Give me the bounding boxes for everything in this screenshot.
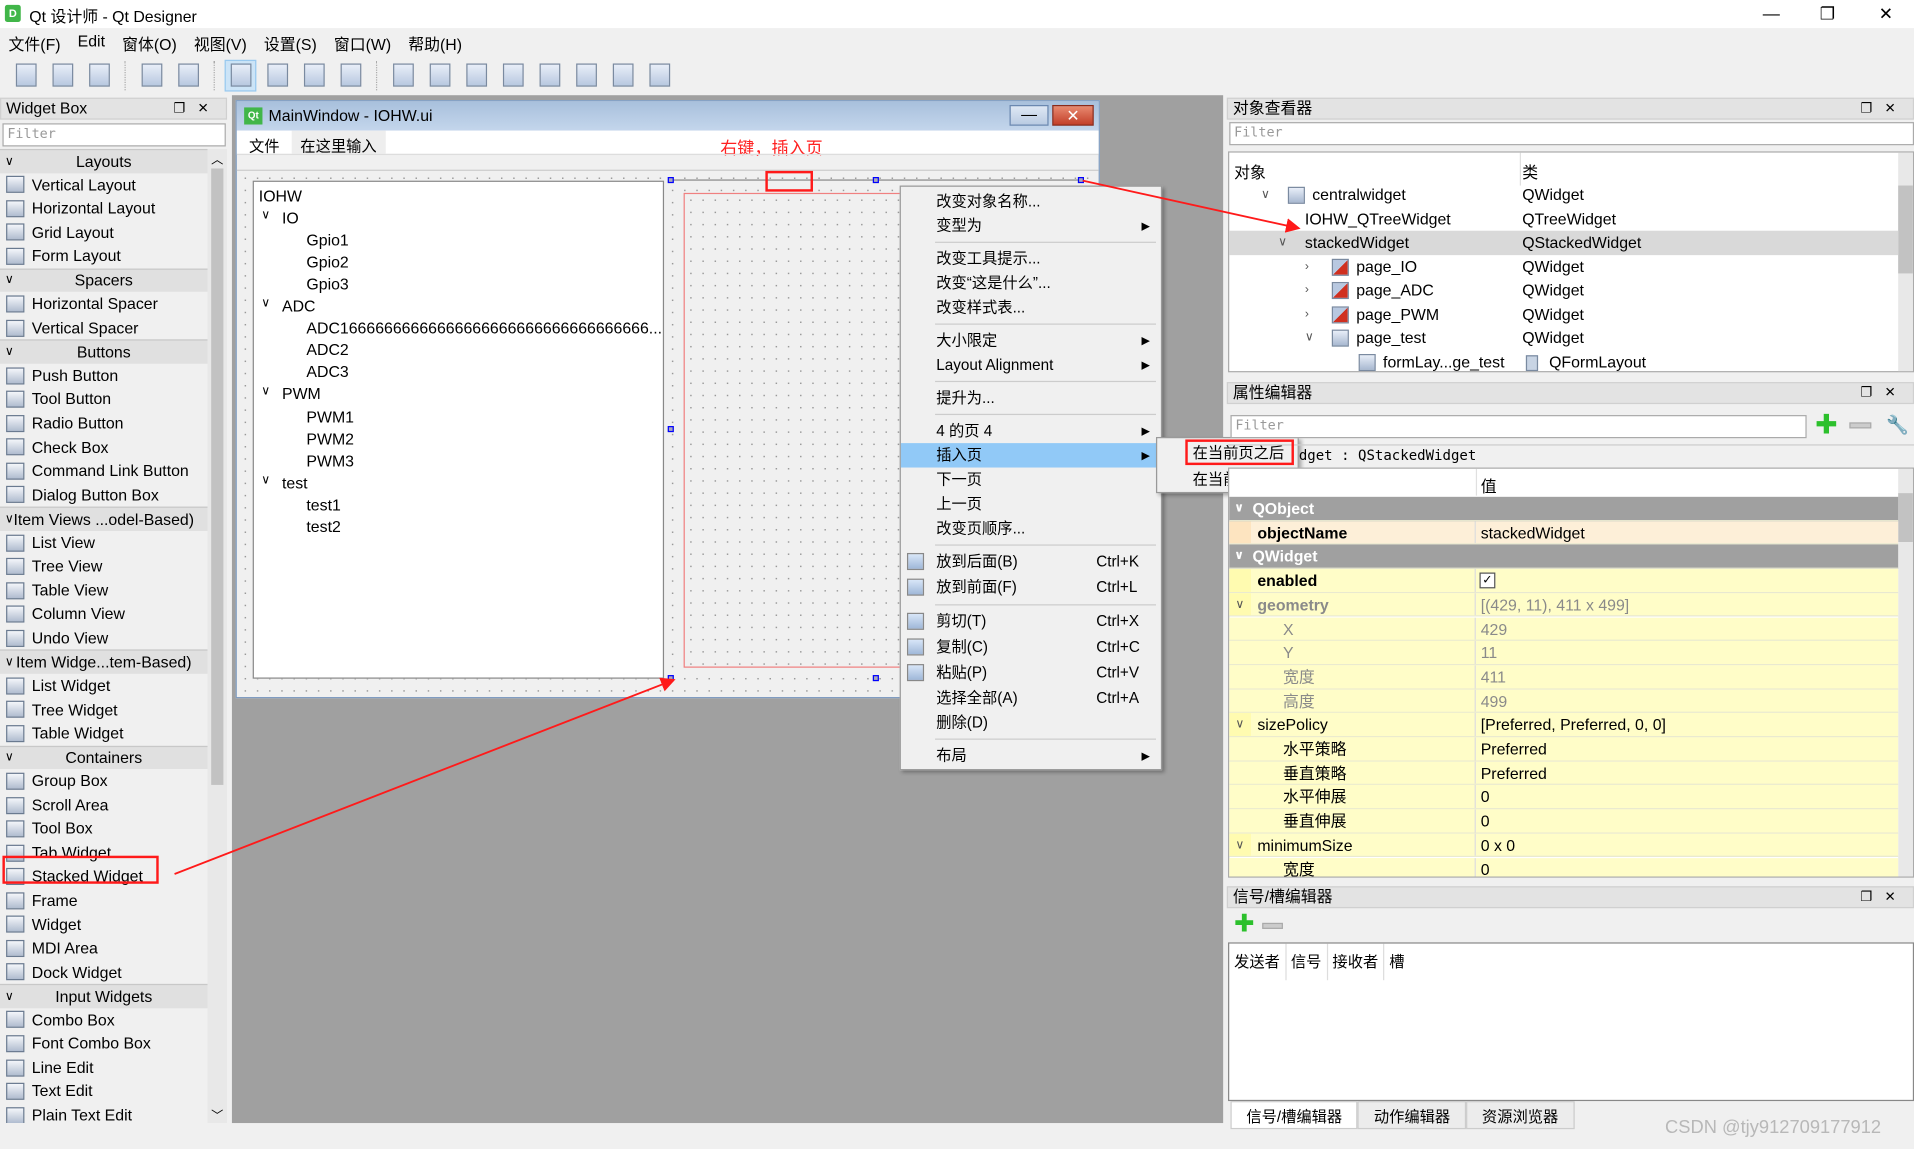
- arrow-to-object-inspector: [1082, 179, 1301, 233]
- arrow-to-stacked-widget: [174, 677, 676, 875]
- annotation-arrows: [174, 179, 1301, 875]
